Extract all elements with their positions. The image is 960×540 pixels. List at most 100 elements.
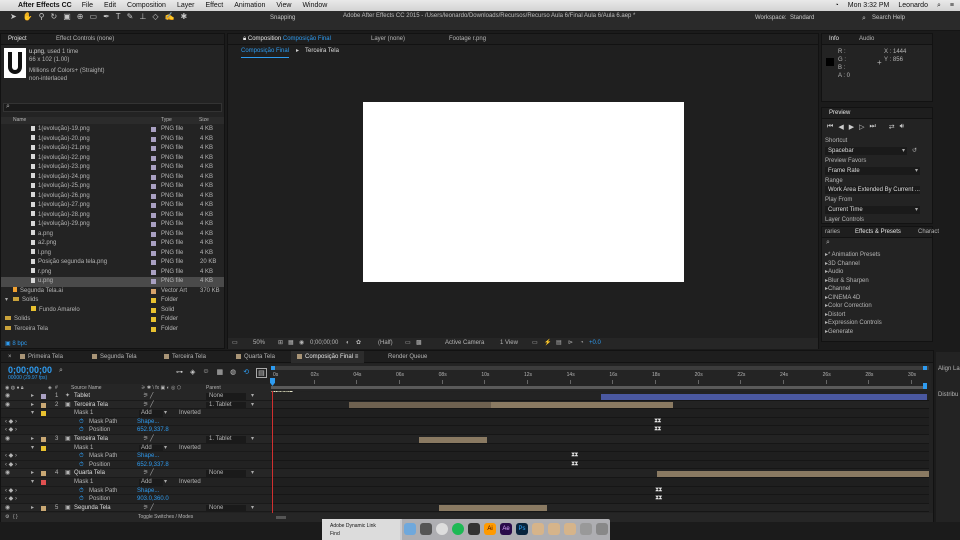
track-row[interactable]: ⧗⧗	[271, 495, 929, 504]
label-color-swatch[interactable]	[151, 279, 156, 284]
menu-adobe-dynamic-link[interactable]: Adobe Dynamic Link	[330, 522, 394, 530]
tab-primeira-tela[interactable]: Primeira Tela	[17, 351, 66, 363]
effects-category[interactable]: ▸* Animation Presets	[825, 251, 932, 260]
label-color-swatch[interactable]	[41, 437, 46, 442]
layer-duration-bar[interactable]	[439, 505, 547, 512]
property-value[interactable]: Shape...	[137, 418, 159, 427]
property-row[interactable]: ‹ ◆ › ⏱ Mask Path Shape...	[1, 418, 271, 427]
parent-select[interactable]: None	[206, 393, 246, 400]
project-item[interactable]: 1(evolução)-23.png PNG file 4 KB	[1, 163, 224, 173]
keyframe-icon[interactable]: ⧗⧗	[655, 495, 663, 502]
project-item[interactable]: Posição segunda tela.png PNG file 20 KB	[1, 258, 224, 268]
track-row[interactable]: ⧗⧗	[271, 426, 929, 435]
selection-tool-icon[interactable]: ➤	[10, 11, 17, 22]
preview-favors-select[interactable]: Frame Rate ▾	[825, 167, 920, 175]
effects-category[interactable]: ▸Channel	[825, 285, 932, 294]
eye-icon[interactable]: ◉	[5, 469, 10, 478]
keyframe-icon[interactable]: ⧗⧗	[654, 418, 662, 425]
menu-layer[interactable]: Layer	[177, 2, 195, 9]
photoshop-icon[interactable]: Ps	[516, 523, 528, 535]
tab-render-queue[interactable]: Render Queue	[385, 351, 430, 363]
stopwatch-icon[interactable]: ⏱	[79, 426, 84, 435]
keyframe-nav-icon[interactable]: ‹ ◆ ›	[5, 452, 17, 461]
eye-icon[interactable]: ◉	[5, 435, 10, 444]
mask-mode-select[interactable]: Add	[139, 444, 163, 452]
layer-duration-bar[interactable]	[419, 436, 487, 443]
first-frame-icon[interactable]: ⏮	[827, 123, 833, 131]
frame-blending-icon[interactable]: ▦	[217, 368, 224, 378]
play-from-select[interactable]: Current Time ▾	[825, 206, 920, 214]
track-row[interactable]: ⧗⧗	[271, 460, 929, 470]
layer-switches-icon[interactable]: ⚞ ╱	[143, 435, 154, 444]
effects-category[interactable]: ▸Distort	[825, 311, 932, 320]
app-menu[interactable]: After Effects CC	[18, 2, 72, 9]
track-row[interactable]	[271, 478, 929, 487]
region-of-interest-icon[interactable]: ▭	[405, 338, 411, 349]
mask-color-swatch[interactable]	[41, 411, 46, 417]
label-color-swatch[interactable]	[151, 317, 156, 322]
project-item[interactable]: 1(evolução)-20.png PNG file 4 KB	[1, 135, 224, 145]
tab-layer[interactable]: Layer (none)	[368, 34, 408, 45]
search-icon[interactable]: ⌕	[59, 367, 63, 375]
column-name[interactable]: Name	[13, 117, 26, 124]
keyframe-icon[interactable]: ⧗⧗	[654, 426, 662, 433]
project-item[interactable]: 1(evolução)-29.png PNG file 4 KB	[1, 220, 224, 230]
tab-preview[interactable]: Preview	[826, 108, 853, 119]
close-icon[interactable]: ×	[5, 351, 15, 363]
hand-tool-icon[interactable]: ✋	[23, 11, 33, 22]
color-channel-icon[interactable]: ✿	[356, 338, 361, 349]
menu-animation[interactable]: Animation	[234, 2, 265, 9]
keyframe-icon[interactable]: ⧗⧗	[571, 461, 579, 468]
disclosure-triangle-icon[interactable]: ▸	[31, 392, 34, 401]
eye-icon[interactable]: ◉	[5, 504, 10, 512]
property-value[interactable]: 903.0,360.0	[137, 495, 169, 504]
layer-switches-icon[interactable]: ⚞ ╱	[143, 401, 154, 410]
disclosure-triangle-icon[interactable]: ▾	[31, 478, 34, 487]
column-size[interactable]: Size	[199, 117, 209, 124]
track-row[interactable]	[271, 443, 929, 453]
folder-icon[interactable]	[564, 523, 576, 535]
disclosure-triangle-icon[interactable]: ▾	[31, 409, 34, 418]
wifi-icon[interactable]: ◔	[835, 2, 839, 9]
label-color-swatch[interactable]	[151, 326, 156, 332]
loop-icon[interactable]: ⇄	[889, 123, 895, 131]
label-color-swatch[interactable]	[151, 212, 156, 218]
navigator-end-handle[interactable]	[923, 366, 927, 370]
label-color-swatch[interactable]	[151, 241, 156, 246]
property-value[interactable]: Shape...	[137, 452, 159, 461]
align-label[interactable]: Align La	[938, 366, 960, 372]
label-color-swatch[interactable]	[151, 184, 156, 189]
parent-select[interactable]: 1. Tablet	[206, 436, 246, 443]
label-color-swatch[interactable]	[41, 394, 46, 399]
mask-row[interactable]: ▾ Mask 1 Add ▾ Inverted	[1, 409, 271, 418]
label-color-swatch[interactable]	[151, 260, 156, 265]
label-color-swatch[interactable]	[151, 307, 156, 313]
tab-character[interactable]: Charact	[915, 227, 942, 238]
tab-segunda-tela[interactable]: Segunda Tela	[89, 351, 140, 363]
label-color-swatch[interactable]	[151, 231, 156, 237]
menu-edit[interactable]: Edit	[104, 2, 116, 9]
label-color-swatch[interactable]	[151, 146, 156, 151]
always-preview-icon[interactable]: ▭	[232, 338, 238, 349]
tab-composicao-final[interactable]: Composição Final ≡	[291, 351, 365, 363]
reset-exposure-icon[interactable]: ◔	[580, 338, 584, 349]
track-row[interactable]	[271, 409, 929, 418]
project-item[interactable]: 1(evolução)-22.png PNG file 4 KB	[1, 154, 224, 164]
keyframe-nav-icon[interactable]: ‹ ◆ ›	[5, 426, 17, 435]
timeline-toggle-icon[interactable]: ▤	[556, 338, 562, 349]
time-ruler[interactable]: 0s 02s 04s 06s 08s 10s 12s 14s 16s 18s 20s 22s 24s 26…	[270, 364, 931, 391]
toggle-switches-modes[interactable]: Toggle Switches / Modes	[138, 513, 193, 522]
menu-list-icon[interactable]: ≡	[950, 2, 954, 9]
launchpad-icon[interactable]	[420, 523, 432, 535]
track-row[interactable]: ⧗⧗	[271, 417, 929, 427]
layer-switches-icon[interactable]: ⚞ ╱	[143, 469, 154, 478]
project-item[interactable]: 1(evolução)-21.png PNG file 4 KB	[1, 144, 224, 154]
shortcut-select[interactable]: Spacebar ▾	[825, 147, 907, 155]
property-row[interactable]: ‹ ◆ › ⏱ Mask Path Shape...	[1, 452, 271, 461]
layer-switches-icon[interactable]: ⚞ ╱	[143, 504, 154, 512]
track-row[interactable]	[271, 435, 929, 444]
user-name[interactable]: Leonardo	[898, 2, 928, 9]
navigator-start-handle[interactable]	[271, 366, 275, 370]
view-layout-select[interactable]: 1 View	[500, 338, 518, 349]
label-color-swatch[interactable]	[151, 250, 156, 256]
